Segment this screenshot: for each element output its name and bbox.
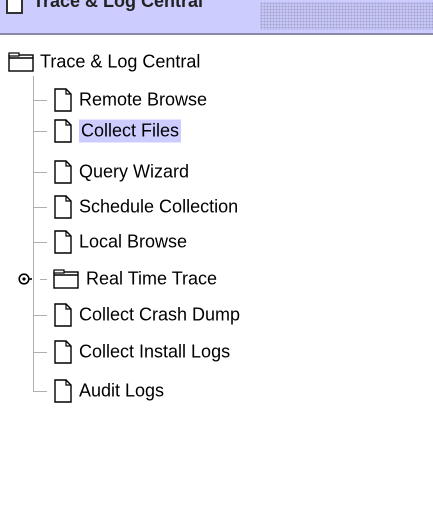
tree-item-collect-files[interactable]: Collect Files (0, 116, 300, 146)
tree-item-query-wizard[interactable]: Query Wizard (0, 157, 300, 187)
tree-item-local-browse[interactable]: Local Browse (0, 227, 300, 257)
tree-item-remote-browse[interactable]: Remote Browse (0, 85, 300, 115)
tree-item-collect-install-logs[interactable]: Collect Install Logs (0, 337, 330, 367)
tree-item-audit-logs[interactable]: Audit Logs (0, 376, 300, 406)
tree-item-real-time-trace[interactable]: Real Time Trace (0, 264, 320, 294)
document-icon (54, 160, 72, 184)
tree-item-label: Collect Files (79, 119, 182, 143)
tree-item-label: Audit Logs (79, 380, 165, 401)
tree-item-label: Schedule Collection (79, 196, 239, 217)
tree-item-label: Collect Install Logs (79, 341, 231, 362)
document-icon (54, 379, 72, 403)
navigation-tree: Trace & Log Central Remote Browse Collec… (0, 0, 433, 515)
document-icon (54, 88, 72, 112)
document-icon (54, 119, 72, 143)
tree-connector-lines (33, 76, 47, 392)
tree-item-label: Remote Browse (79, 89, 208, 110)
folder-icon (53, 269, 79, 289)
tree-item-collect-crash-dump[interactable]: Collect Crash Dump (0, 300, 330, 330)
document-icon (54, 230, 72, 254)
tree-item-label: Collect Crash Dump (79, 304, 241, 325)
tree-root-node[interactable]: Trace & Log Central (0, 47, 300, 77)
tree-item-label: Local Browse (79, 231, 188, 252)
tree-item-schedule-collection[interactable]: Schedule Collection (0, 192, 330, 222)
folder-icon (8, 52, 34, 72)
document-icon (54, 340, 72, 364)
tree-root-label: Trace & Log Central (40, 51, 201, 72)
tree-item-label: Real Time Trace (86, 268, 218, 289)
document-icon (54, 195, 72, 219)
tree-item-label: Query Wizard (79, 161, 190, 182)
expand-toggle-icon[interactable] (18, 272, 32, 286)
document-icon (54, 303, 72, 327)
